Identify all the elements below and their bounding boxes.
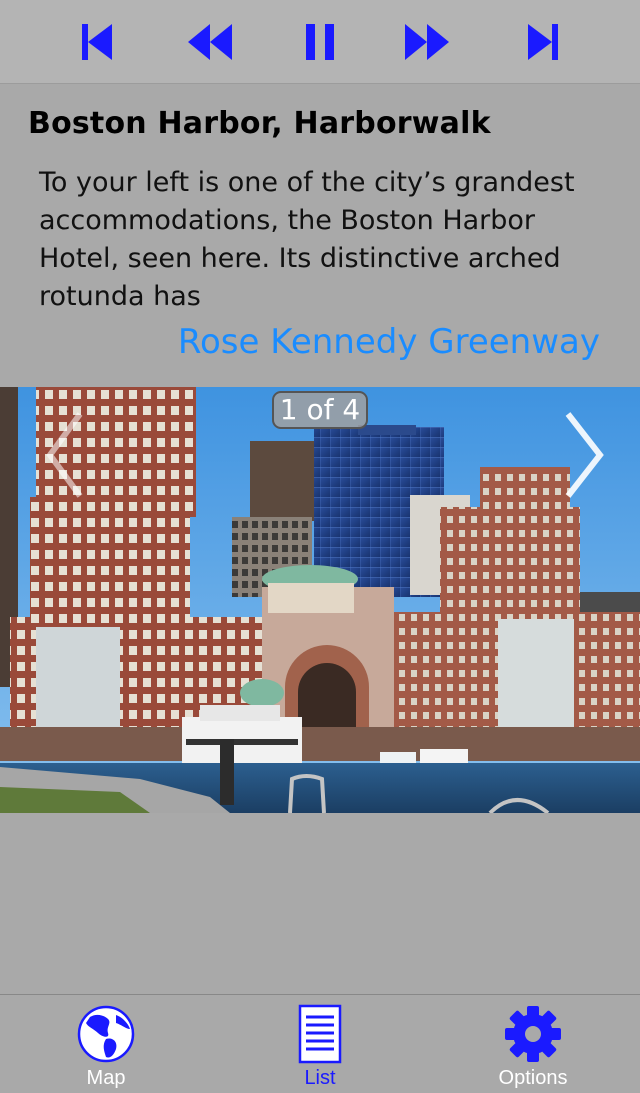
fast-forward-icon <box>405 24 449 60</box>
stop-photo[interactable] <box>0 387 640 813</box>
tab-options-label: Options <box>498 1067 568 1089</box>
pause-button[interactable] <box>298 20 342 64</box>
tab-bar: Map List Options <box>0 994 640 1093</box>
globe-icon <box>77 1005 135 1063</box>
chevron-left-icon <box>46 412 83 498</box>
skip-back-icon <box>82 24 112 60</box>
rewind-button[interactable] <box>188 20 232 64</box>
pause-icon <box>306 24 334 60</box>
harbor-hotel-photo <box>0 387 640 813</box>
next-photo-button[interactable] <box>562 410 606 500</box>
playback-toolbar <box>0 0 640 84</box>
skip-forward-icon <box>528 24 558 60</box>
gear-icon <box>505 1006 561 1062</box>
rewind-icon <box>188 24 232 60</box>
tab-map[interactable]: Map <box>26 995 186 1093</box>
skip-forward-button[interactable] <box>522 20 566 64</box>
next-stop-link[interactable]: Rose Kennedy Greenway <box>178 322 600 362</box>
stop-description: To your left is one of the city’s grande… <box>39 167 575 312</box>
tab-list[interactable]: List <box>240 995 400 1093</box>
stop-title: Boston Harbor, Harborwalk <box>28 106 491 141</box>
tab-options[interactable]: Options <box>453 995 613 1093</box>
chevron-right-icon <box>565 412 604 498</box>
skip-back-button[interactable] <box>74 20 118 64</box>
tab-map-label: Map <box>86 1067 126 1089</box>
photo-counter: 1 of 4 <box>272 391 368 429</box>
previous-photo-button[interactable] <box>44 410 88 500</box>
list-icon <box>298 1004 342 1064</box>
fast-forward-button[interactable] <box>405 20 449 64</box>
tab-list-label: List <box>304 1067 336 1089</box>
